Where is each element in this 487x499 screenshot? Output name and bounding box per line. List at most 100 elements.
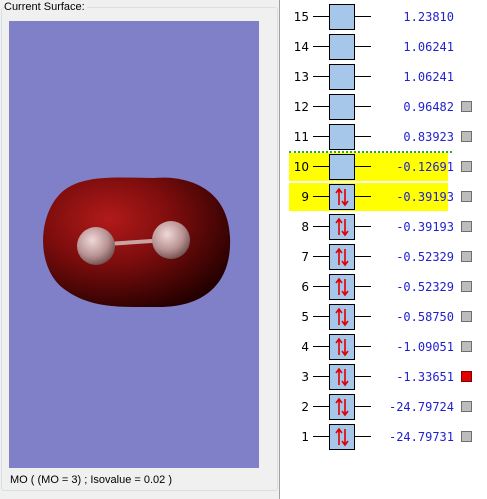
orbital-box[interactable] bbox=[329, 154, 355, 180]
orbital-box[interactable] bbox=[329, 94, 355, 120]
surface-status-text: MO ( (MO = 3) ; Isovalue = 0.02 ) bbox=[10, 474, 172, 486]
mo-row[interactable]: 13 1.06241 bbox=[282, 62, 487, 92]
mo-energy: -1.09051 bbox=[396, 340, 454, 354]
orbital-box[interactable] bbox=[329, 64, 355, 90]
square-toggle-icon[interactable] bbox=[461, 191, 472, 202]
mo-energy: -0.39193 bbox=[396, 220, 454, 234]
mo-number: 1 bbox=[301, 430, 309, 444]
mo-row[interactable]: 9 -0.39193 bbox=[282, 182, 487, 212]
mo-number: 13 bbox=[293, 70, 309, 84]
level-line-left bbox=[313, 46, 329, 47]
mo-energy: -24.79731 bbox=[388, 430, 454, 444]
orbital-box[interactable] bbox=[329, 304, 355, 330]
square-toggle-icon[interactable] bbox=[461, 221, 472, 232]
mo-energy: -24.79724 bbox=[388, 400, 454, 414]
mo-energy: -0.52329 bbox=[396, 250, 454, 264]
mo-energy: 0.83923 bbox=[403, 130, 454, 144]
orbital-box[interactable] bbox=[329, 274, 355, 300]
level-line-left bbox=[313, 76, 329, 77]
up-down-arrows-icon bbox=[335, 187, 349, 207]
up-down-arrows-icon bbox=[335, 307, 349, 327]
level-line-left bbox=[313, 406, 329, 407]
level-line-left bbox=[313, 136, 329, 137]
mo-row[interactable]: 2 -24.79724 bbox=[282, 392, 487, 422]
mo-row[interactable]: 10 -0.12691 bbox=[282, 152, 487, 182]
up-down-arrows-icon bbox=[335, 367, 349, 387]
mo-row[interactable]: 12 0.96482 bbox=[282, 92, 487, 122]
up-down-arrows-icon bbox=[335, 277, 349, 297]
up-down-arrows-icon bbox=[335, 427, 349, 447]
mo-row[interactable]: 3 -1.33651 bbox=[282, 362, 487, 392]
level-line-left bbox=[313, 256, 329, 257]
mo-number: 2 bbox=[301, 400, 309, 414]
up-down-arrows-icon bbox=[335, 217, 349, 237]
orbital-box[interactable] bbox=[329, 364, 355, 390]
square-toggle-icon[interactable] bbox=[461, 431, 472, 442]
mo-number: 10 bbox=[293, 160, 309, 174]
orbital-box[interactable] bbox=[329, 34, 355, 60]
surface-group-title: Current Surface: bbox=[4, 1, 87, 13]
orbital-box[interactable] bbox=[329, 184, 355, 210]
molecule-viewport[interactable] bbox=[9, 21, 259, 468]
mo-row[interactable]: 14 1.06241 bbox=[282, 32, 487, 62]
level-line-left bbox=[313, 436, 329, 437]
level-line-left bbox=[313, 226, 329, 227]
mo-energy: 1.06241 bbox=[403, 40, 454, 54]
atom-1 bbox=[77, 227, 115, 265]
mo-number: 14 bbox=[293, 40, 309, 54]
mo-energy: -0.12691 bbox=[396, 160, 454, 174]
mo-energy: 1.06241 bbox=[403, 70, 454, 84]
up-down-arrows-icon bbox=[335, 337, 349, 357]
mo-row[interactable]: 5 -0.58750 bbox=[282, 302, 487, 332]
orbital-box[interactable] bbox=[329, 244, 355, 270]
orbital-box[interactable] bbox=[329, 4, 355, 30]
orbital-box[interactable] bbox=[329, 394, 355, 420]
mo-row[interactable]: 1 -24.79731 bbox=[282, 422, 487, 452]
level-line-left bbox=[313, 376, 329, 377]
mo-diagram-list: 15 1.23810 14 1.06241 13 1.06241 12 0.96482 11 0.… bbox=[282, 0, 487, 499]
mo-row[interactable]: 6 -0.52329 bbox=[282, 272, 487, 302]
square-toggle-icon[interactable] bbox=[461, 341, 472, 352]
mo-number: 6 bbox=[301, 280, 309, 294]
level-line-left bbox=[313, 16, 329, 17]
level-line-left bbox=[313, 286, 329, 287]
mo-energy: -0.52329 bbox=[396, 280, 454, 294]
orbital-box[interactable] bbox=[329, 124, 355, 150]
level-line-left bbox=[313, 106, 329, 107]
mo-number: 11 bbox=[293, 130, 309, 144]
square-toggle-icon[interactable] bbox=[461, 281, 472, 292]
mo-row[interactable]: 8 -0.39193 bbox=[282, 212, 487, 242]
orbital-box[interactable] bbox=[329, 334, 355, 360]
orbital-box[interactable] bbox=[329, 424, 355, 450]
mo-energy: 0.96482 bbox=[403, 100, 454, 114]
square-toggle-icon[interactable] bbox=[461, 161, 472, 172]
up-down-arrows-icon bbox=[335, 247, 349, 267]
square-toggle-icon[interactable] bbox=[461, 251, 472, 262]
level-line-left bbox=[313, 316, 329, 317]
square-toggle-icon[interactable] bbox=[461, 101, 472, 112]
mo-energy: -0.39193 bbox=[396, 190, 454, 204]
mo-energy: -0.58750 bbox=[396, 310, 454, 324]
mo-number: 15 bbox=[293, 10, 309, 24]
up-down-arrows-icon bbox=[335, 397, 349, 417]
mo-energy: 1.23810 bbox=[403, 10, 454, 24]
mo-row[interactable]: 4 -1.09051 bbox=[282, 332, 487, 362]
square-toggle-icon[interactable] bbox=[461, 401, 472, 412]
mo-row[interactable]: 11 0.83923 bbox=[282, 122, 487, 152]
level-line-left bbox=[313, 196, 329, 197]
orbital-surface-render bbox=[43, 177, 231, 308]
square-toggle-icon[interactable] bbox=[461, 131, 472, 142]
level-line-left bbox=[313, 346, 329, 347]
mo-row[interactable]: 7 -0.52329 bbox=[282, 242, 487, 272]
mo-row[interactable]: 15 1.23810 bbox=[282, 2, 487, 32]
mo-number: 8 bbox=[301, 220, 309, 234]
surface-panel: Current Surface: MO ( (MO = 3) ; Isovalu… bbox=[0, 0, 279, 499]
square-toggle-icon[interactable] bbox=[461, 311, 472, 322]
square-toggle-icon[interactable] bbox=[461, 371, 472, 382]
mo-number: 4 bbox=[301, 340, 309, 354]
mo-number: 7 bbox=[301, 250, 309, 264]
mo-number: 9 bbox=[301, 190, 309, 204]
mo-number: 12 bbox=[293, 100, 309, 114]
mo-energy: -1.33651 bbox=[396, 370, 454, 384]
orbital-box[interactable] bbox=[329, 214, 355, 240]
